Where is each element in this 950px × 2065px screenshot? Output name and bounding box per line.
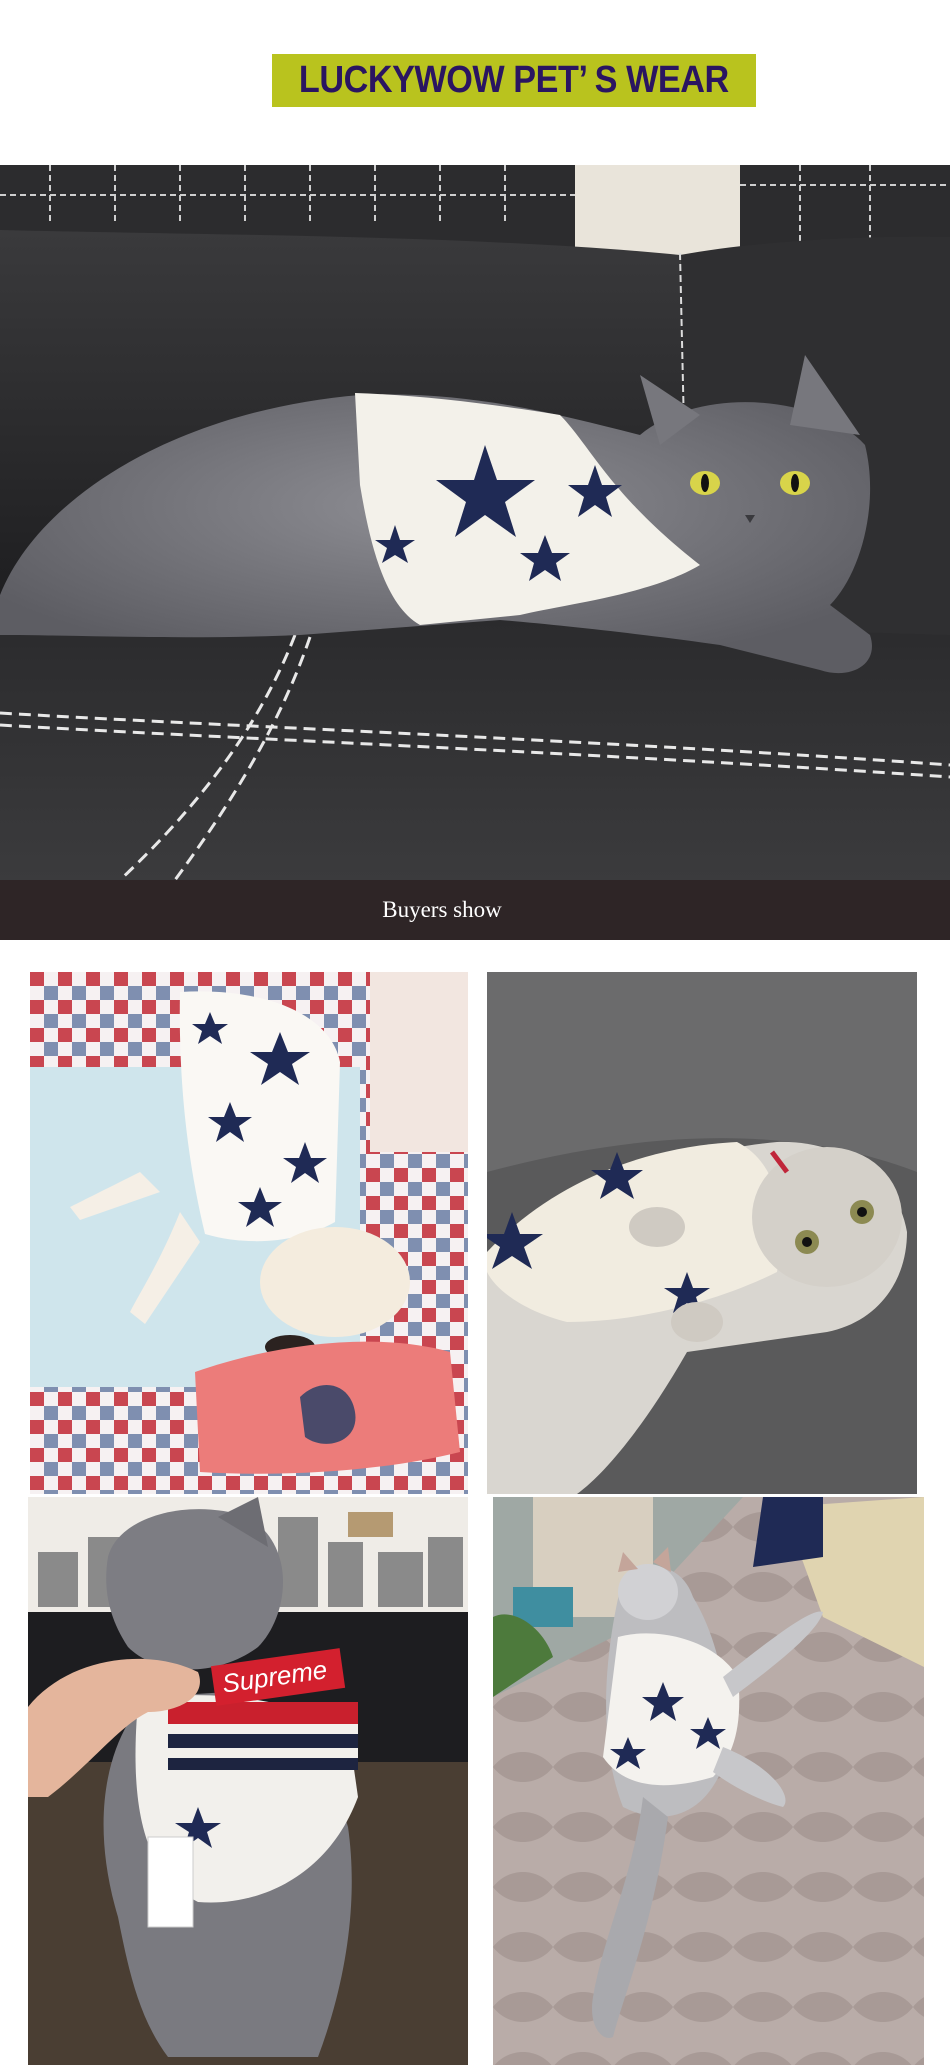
caption-bar: Buyers show <box>0 880 950 940</box>
brand-title: LUCKYWOW PET’ S WEAR <box>299 59 729 101</box>
hero-photo <box>0 165 950 880</box>
buyer-photo-dog <box>30 972 468 1494</box>
buyer-photo-grey-cat-rug <box>493 1497 924 2065</box>
buyer-photo-tabby-cat <box>487 972 917 1494</box>
buyers-show-caption: Buyers show <box>382 897 502 922</box>
brand-banner: LUCKYWOW PET’ S WEAR <box>272 54 756 107</box>
buyer-photo-grey-cat-striped: Supreme <box>28 1497 468 2065</box>
